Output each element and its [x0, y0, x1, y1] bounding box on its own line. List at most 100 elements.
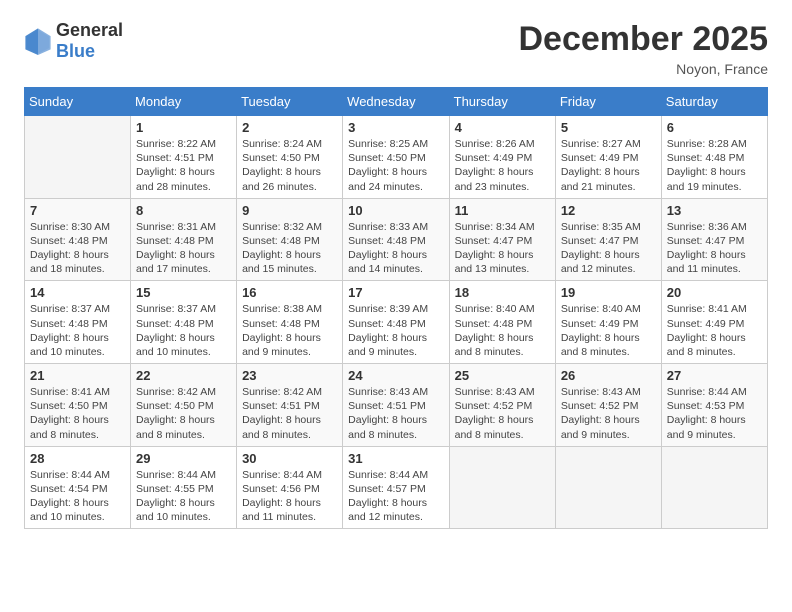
day-number: 12	[561, 203, 656, 218]
day-number: 25	[455, 368, 550, 383]
day-number: 30	[242, 451, 337, 466]
logo-icon	[24, 27, 52, 55]
header-day-sunday: Sunday	[25, 88, 131, 116]
day-number: 6	[667, 120, 762, 135]
calendar-cell: 27 Sunrise: 8:44 AMSunset: 4:53 PMDayligh…	[661, 364, 767, 447]
calendar-title: December 2025	[518, 20, 768, 59]
calendar-cell	[449, 446, 555, 529]
calendar-cell: 5 Sunrise: 8:27 AMSunset: 4:49 PMDaylight…	[555, 116, 661, 199]
calendar-cell: 12Sunrise: 8:35 AMSunset: 4:47 PMDayligh…	[555, 198, 661, 281]
cell-info: Sunrise: 8:32 AMSunset: 4:48 PMDaylight:…	[242, 220, 337, 277]
header-day-monday: Monday	[131, 88, 237, 116]
header-day-wednesday: Wednesday	[343, 88, 449, 116]
cell-info: Sunrise: 8:36 AMSunset: 4:47 PMDaylight:…	[667, 220, 762, 277]
cell-info: Sunrise: 8:33 AMSunset: 4:48 PMDaylight:…	[348, 220, 443, 277]
cell-info: Sunrise: 8:39 AMSunset: 4:48 PMDaylight:…	[348, 302, 443, 359]
cell-info: Sunrise: 8:22 AMSunset: 4:51 PMDaylight:…	[136, 137, 231, 194]
calendar-cell: 14Sunrise: 8:37 AMSunset: 4:48 PMDayligh…	[25, 281, 131, 364]
cell-info: Sunrise: 8:43 AMSunset: 4:52 PMDaylight:…	[455, 385, 550, 442]
calendar-cell: 19 Sunrise: 8:40 AMSunset: 4:49 PMDayligh…	[555, 281, 661, 364]
cell-info: Sunrise: 8:26 AMSunset: 4:49 PMDaylight:…	[455, 137, 550, 194]
day-number: 17	[348, 285, 443, 300]
calendar-cell: 23Sunrise: 8:42 AMSunset: 4:51 PMDayligh…	[237, 364, 343, 447]
day-number: 14	[30, 285, 125, 300]
calendar-week-row: 14 Sunrise: 8:37 AMSunset: 4:48 PMDayligh…	[25, 281, 768, 364]
calendar-cell: 17 Sunrise: 8:39 AMSunset: 4:48 PMDayligh…	[343, 281, 449, 364]
calendar-cell: 10 Sunrise: 8:33 AMSunset: 4:48 PMDayligh…	[343, 198, 449, 281]
calendar-cell: 31 Sunrise: 8:44 AMSunset: 4:57 PMDayligh…	[343, 446, 449, 529]
cell-info: Sunrise: 8:44 AMSunset: 4:53 PMDaylight:…	[667, 385, 762, 442]
calendar-cell: 30 Sunrise: 8:44 AMSunset: 4:56 PMDayligh…	[237, 446, 343, 529]
day-number: 29	[136, 451, 231, 466]
cell-info: Sunrise: 8:37 AMSunset: 4:48 PMDaylight:…	[136, 302, 231, 359]
calendar-cell: 6 Sunrise: 8:28 AMSunset: 4:48 PMDaylight…	[661, 116, 767, 199]
day-number: 11	[455, 203, 550, 218]
cell-info: Sunrise: 8:25 AMSunset: 4:50 PMDaylight:…	[348, 137, 443, 194]
logo: General Blue	[24, 20, 123, 62]
day-number: 1	[136, 120, 231, 135]
calendar-cell: 13 Sunrise: 8:36 AMSunset: 4:47 PMDayligh…	[661, 198, 767, 281]
cell-info: Sunrise: 8:41 AMSunset: 4:49 PMDaylight:…	[667, 302, 762, 359]
day-number: 2	[242, 120, 337, 135]
calendar-cell: 1 Sunrise: 8:22 AMSunset: 4:51 PMDaylight…	[131, 116, 237, 199]
calendar-cell: 24 Sunrise: 8:43 AMSunset: 4:51 PMDayligh…	[343, 364, 449, 447]
day-number: 26	[561, 368, 656, 383]
calendar-header-row: SundayMondayTuesdayWednesdayThursdayFrid…	[25, 88, 768, 116]
cell-info: Sunrise: 8:40 AMSunset: 4:49 PMDaylight:…	[561, 302, 656, 359]
cell-info: Sunrise: 8:41 AMSunset: 4:50 PMDaylight:…	[30, 385, 125, 442]
page-header: General Blue December 2025 Noyon, France	[24, 20, 768, 77]
cell-info: Sunrise: 8:42 AMSunset: 4:50 PMDaylight:…	[136, 385, 231, 442]
cell-info: Sunrise: 8:44 AMSunset: 4:54 PMDaylight:…	[30, 468, 125, 525]
day-number: 28	[30, 451, 125, 466]
calendar-cell: 4 Sunrise: 8:26 AMSunset: 4:49 PMDaylight…	[449, 116, 555, 199]
day-number: 7	[30, 203, 125, 218]
day-number: 13	[667, 203, 762, 218]
cell-info: Sunrise: 8:43 AMSunset: 4:51 PMDaylight:…	[348, 385, 443, 442]
calendar-cell: 16Sunrise: 8:38 AMSunset: 4:48 PMDayligh…	[237, 281, 343, 364]
day-number: 24	[348, 368, 443, 383]
day-number: 18	[455, 285, 550, 300]
calendar-cell: 7 Sunrise: 8:30 AMSunset: 4:48 PMDaylight…	[25, 198, 131, 281]
cell-info: Sunrise: 8:34 AMSunset: 4:47 PMDaylight:…	[455, 220, 550, 277]
calendar-cell: 21 Sunrise: 8:41 AMSunset: 4:50 PMDayligh…	[25, 364, 131, 447]
title-block: December 2025 Noyon, France	[518, 20, 768, 77]
day-number: 21	[30, 368, 125, 383]
day-number: 5	[561, 120, 656, 135]
calendar-cell: 8 Sunrise: 8:31 AMSunset: 4:48 PMDaylight…	[131, 198, 237, 281]
calendar-cell: 26 Sunrise: 8:43 AMSunset: 4:52 PMDayligh…	[555, 364, 661, 447]
day-number: 16	[242, 285, 337, 300]
calendar-cell: 9 Sunrise: 8:32 AMSunset: 4:48 PMDaylight…	[237, 198, 343, 281]
day-number: 20	[667, 285, 762, 300]
day-number: 31	[348, 451, 443, 466]
calendar-week-row: 7 Sunrise: 8:30 AMSunset: 4:48 PMDaylight…	[25, 198, 768, 281]
day-number: 22	[136, 368, 231, 383]
day-number: 9	[242, 203, 337, 218]
cell-info: Sunrise: 8:27 AMSunset: 4:49 PMDaylight:…	[561, 137, 656, 194]
header-day-tuesday: Tuesday	[237, 88, 343, 116]
calendar-cell: 18 Sunrise: 8:40 AMSunset: 4:48 PMDayligh…	[449, 281, 555, 364]
logo-text: General Blue	[56, 20, 123, 62]
cell-info: Sunrise: 8:44 AMSunset: 4:56 PMDaylight:…	[242, 468, 337, 525]
cell-info: Sunrise: 8:44 AMSunset: 4:57 PMDaylight:…	[348, 468, 443, 525]
cell-info: Sunrise: 8:31 AMSunset: 4:48 PMDaylight:…	[136, 220, 231, 277]
day-number: 3	[348, 120, 443, 135]
day-number: 19	[561, 285, 656, 300]
day-number: 10	[348, 203, 443, 218]
calendar-cell: 25 Sunrise: 8:43 AMSunset: 4:52 PMDayligh…	[449, 364, 555, 447]
calendar-cell: 3 Sunrise: 8:25 AMSunset: 4:50 PMDaylight…	[343, 116, 449, 199]
cell-info: Sunrise: 8:40 AMSunset: 4:48 PMDaylight:…	[455, 302, 550, 359]
cell-info: Sunrise: 8:28 AMSunset: 4:48 PMDaylight:…	[667, 137, 762, 194]
calendar-cell: 11 Sunrise: 8:34 AMSunset: 4:47 PMDayligh…	[449, 198, 555, 281]
calendar-cell: 15Sunrise: 8:37 AMSunset: 4:48 PMDayligh…	[131, 281, 237, 364]
calendar-cell	[25, 116, 131, 199]
logo-general: General	[56, 20, 123, 40]
calendar-week-row: 21 Sunrise: 8:41 AMSunset: 4:50 PMDayligh…	[25, 364, 768, 447]
calendar-week-row: 1 Sunrise: 8:22 AMSunset: 4:51 PMDaylight…	[25, 116, 768, 199]
calendar-cell: 29Sunrise: 8:44 AMSunset: 4:55 PMDayligh…	[131, 446, 237, 529]
day-number: 27	[667, 368, 762, 383]
day-number: 4	[455, 120, 550, 135]
day-number: 8	[136, 203, 231, 218]
cell-info: Sunrise: 8:30 AMSunset: 4:48 PMDaylight:…	[30, 220, 125, 277]
header-day-friday: Friday	[555, 88, 661, 116]
cell-info: Sunrise: 8:43 AMSunset: 4:52 PMDaylight:…	[561, 385, 656, 442]
